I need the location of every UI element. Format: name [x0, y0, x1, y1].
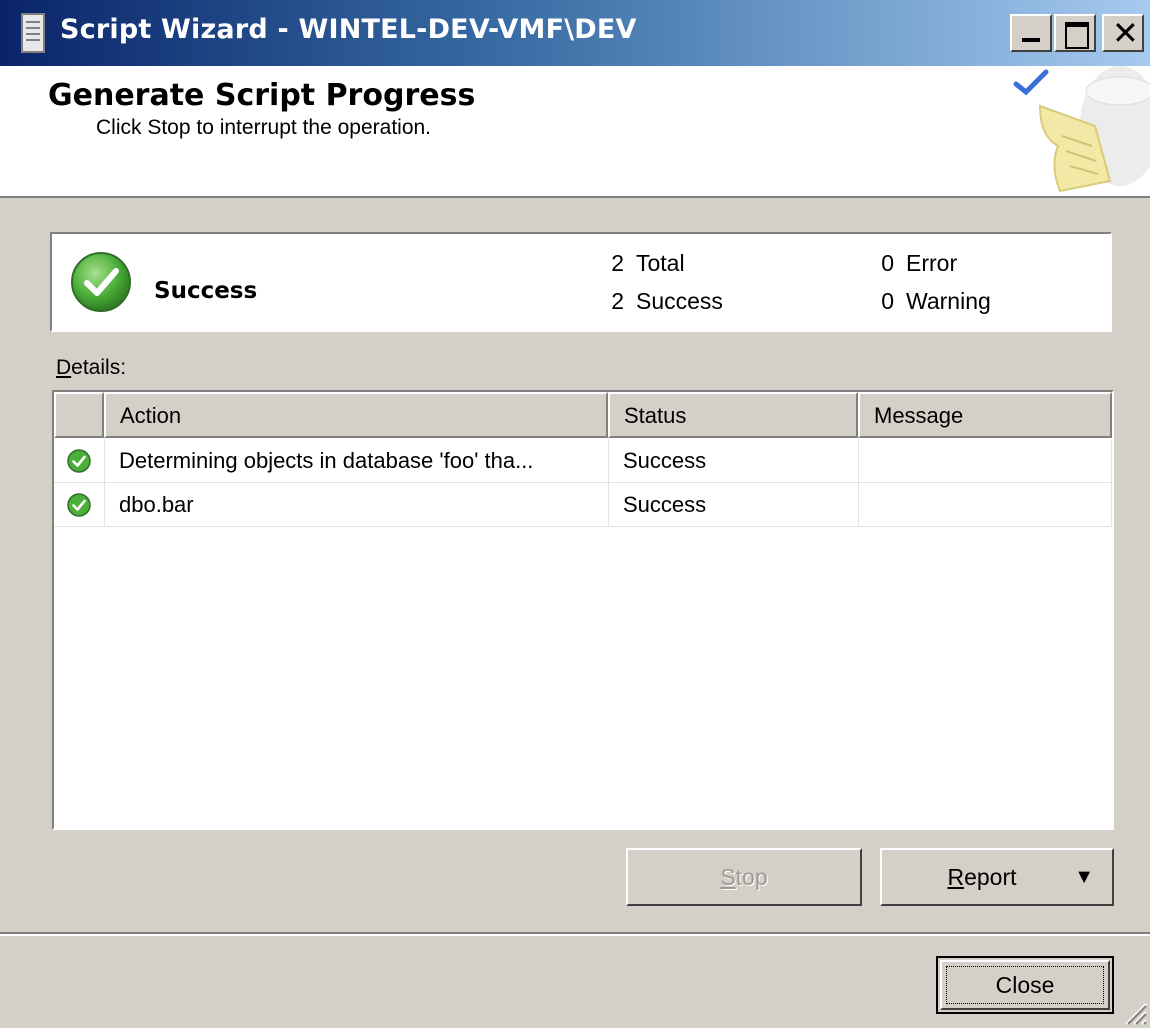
- error-label: Error: [906, 250, 958, 276]
- warning-label: Warning: [906, 288, 991, 314]
- row-message: [859, 483, 1112, 527]
- script-wizard-window: Script Wizard - WINTEL-DEV-VMF\DEV ✕ Gen…: [0, 0, 1150, 1028]
- column-header-icon[interactable]: [54, 392, 104, 438]
- window-controls: ✕: [1008, 14, 1144, 52]
- title-bar[interactable]: Script Wizard - WINTEL-DEV-VMF\DEV ✕: [0, 0, 1150, 66]
- success-label: Success: [636, 288, 723, 314]
- maximize-button[interactable]: [1054, 14, 1096, 52]
- script-document-icon: [21, 13, 45, 53]
- success-count: 2: [611, 288, 624, 314]
- page-subtitle: Click Stop to interrupt the operation.: [96, 116, 432, 139]
- success-check-icon: [67, 492, 91, 517]
- close-button-label: Close: [995, 971, 1055, 998]
- separator: [0, 932, 1150, 936]
- row-status: Success: [609, 483, 859, 527]
- summary-panel: Success 2 Total 2 Success 0 Error 0 Warning: [50, 232, 1112, 332]
- close-window-button[interactable]: ✕: [1102, 14, 1144, 52]
- total-stat: 2 Total: [600, 250, 685, 277]
- status-text: Success: [154, 278, 258, 304]
- warning-stat: 0 Warning: [870, 288, 991, 315]
- column-header-action[interactable]: Action: [104, 392, 608, 438]
- row-message: [859, 439, 1112, 483]
- total-count: 2: [611, 250, 624, 276]
- close-icon: ✕: [1112, 14, 1139, 52]
- stop-button[interactable]: Stop: [626, 848, 862, 906]
- wizard-header: Generate Script Progress Click Stop to i…: [0, 66, 1150, 198]
- resize-grip-icon[interactable]: [1122, 1000, 1148, 1026]
- error-stat: 0 Error: [870, 250, 957, 277]
- total-label: Total: [636, 250, 685, 276]
- grid-header: Action Status Message: [54, 392, 1112, 438]
- success-check-icon: [67, 448, 91, 473]
- row-action: dbo.bar: [105, 483, 609, 527]
- row-status-icon-cell: [54, 483, 105, 527]
- row-status-icon-cell: [54, 439, 105, 483]
- column-header-status[interactable]: Status: [608, 392, 858, 438]
- warning-count: 0: [881, 288, 894, 314]
- close-button[interactable]: Close: [936, 956, 1114, 1014]
- window-title: Script Wizard - WINTEL-DEV-VMF\DEV: [60, 14, 637, 45]
- page-title: Generate Script Progress: [48, 78, 476, 113]
- table-row[interactable]: dbo.bar Success: [54, 483, 1112, 527]
- table-row[interactable]: Determining objects in database 'foo' th…: [54, 439, 1112, 483]
- chevron-down-icon: ▼: [1074, 866, 1094, 888]
- script-scroll-icon: [1013, 66, 1150, 193]
- row-action: Determining objects in database 'foo' th…: [105, 439, 609, 483]
- error-count: 0: [881, 250, 894, 276]
- success-check-icon: [71, 252, 131, 312]
- column-header-message[interactable]: Message: [858, 392, 1112, 438]
- minimize-button[interactable]: [1010, 14, 1052, 52]
- details-grid[interactable]: Action Status Message Determining object…: [52, 390, 1114, 830]
- details-label: Details:: [56, 356, 127, 379]
- row-status: Success: [609, 439, 859, 483]
- success-stat: 2 Success: [600, 288, 723, 315]
- report-button[interactable]: Report ▼: [880, 848, 1114, 906]
